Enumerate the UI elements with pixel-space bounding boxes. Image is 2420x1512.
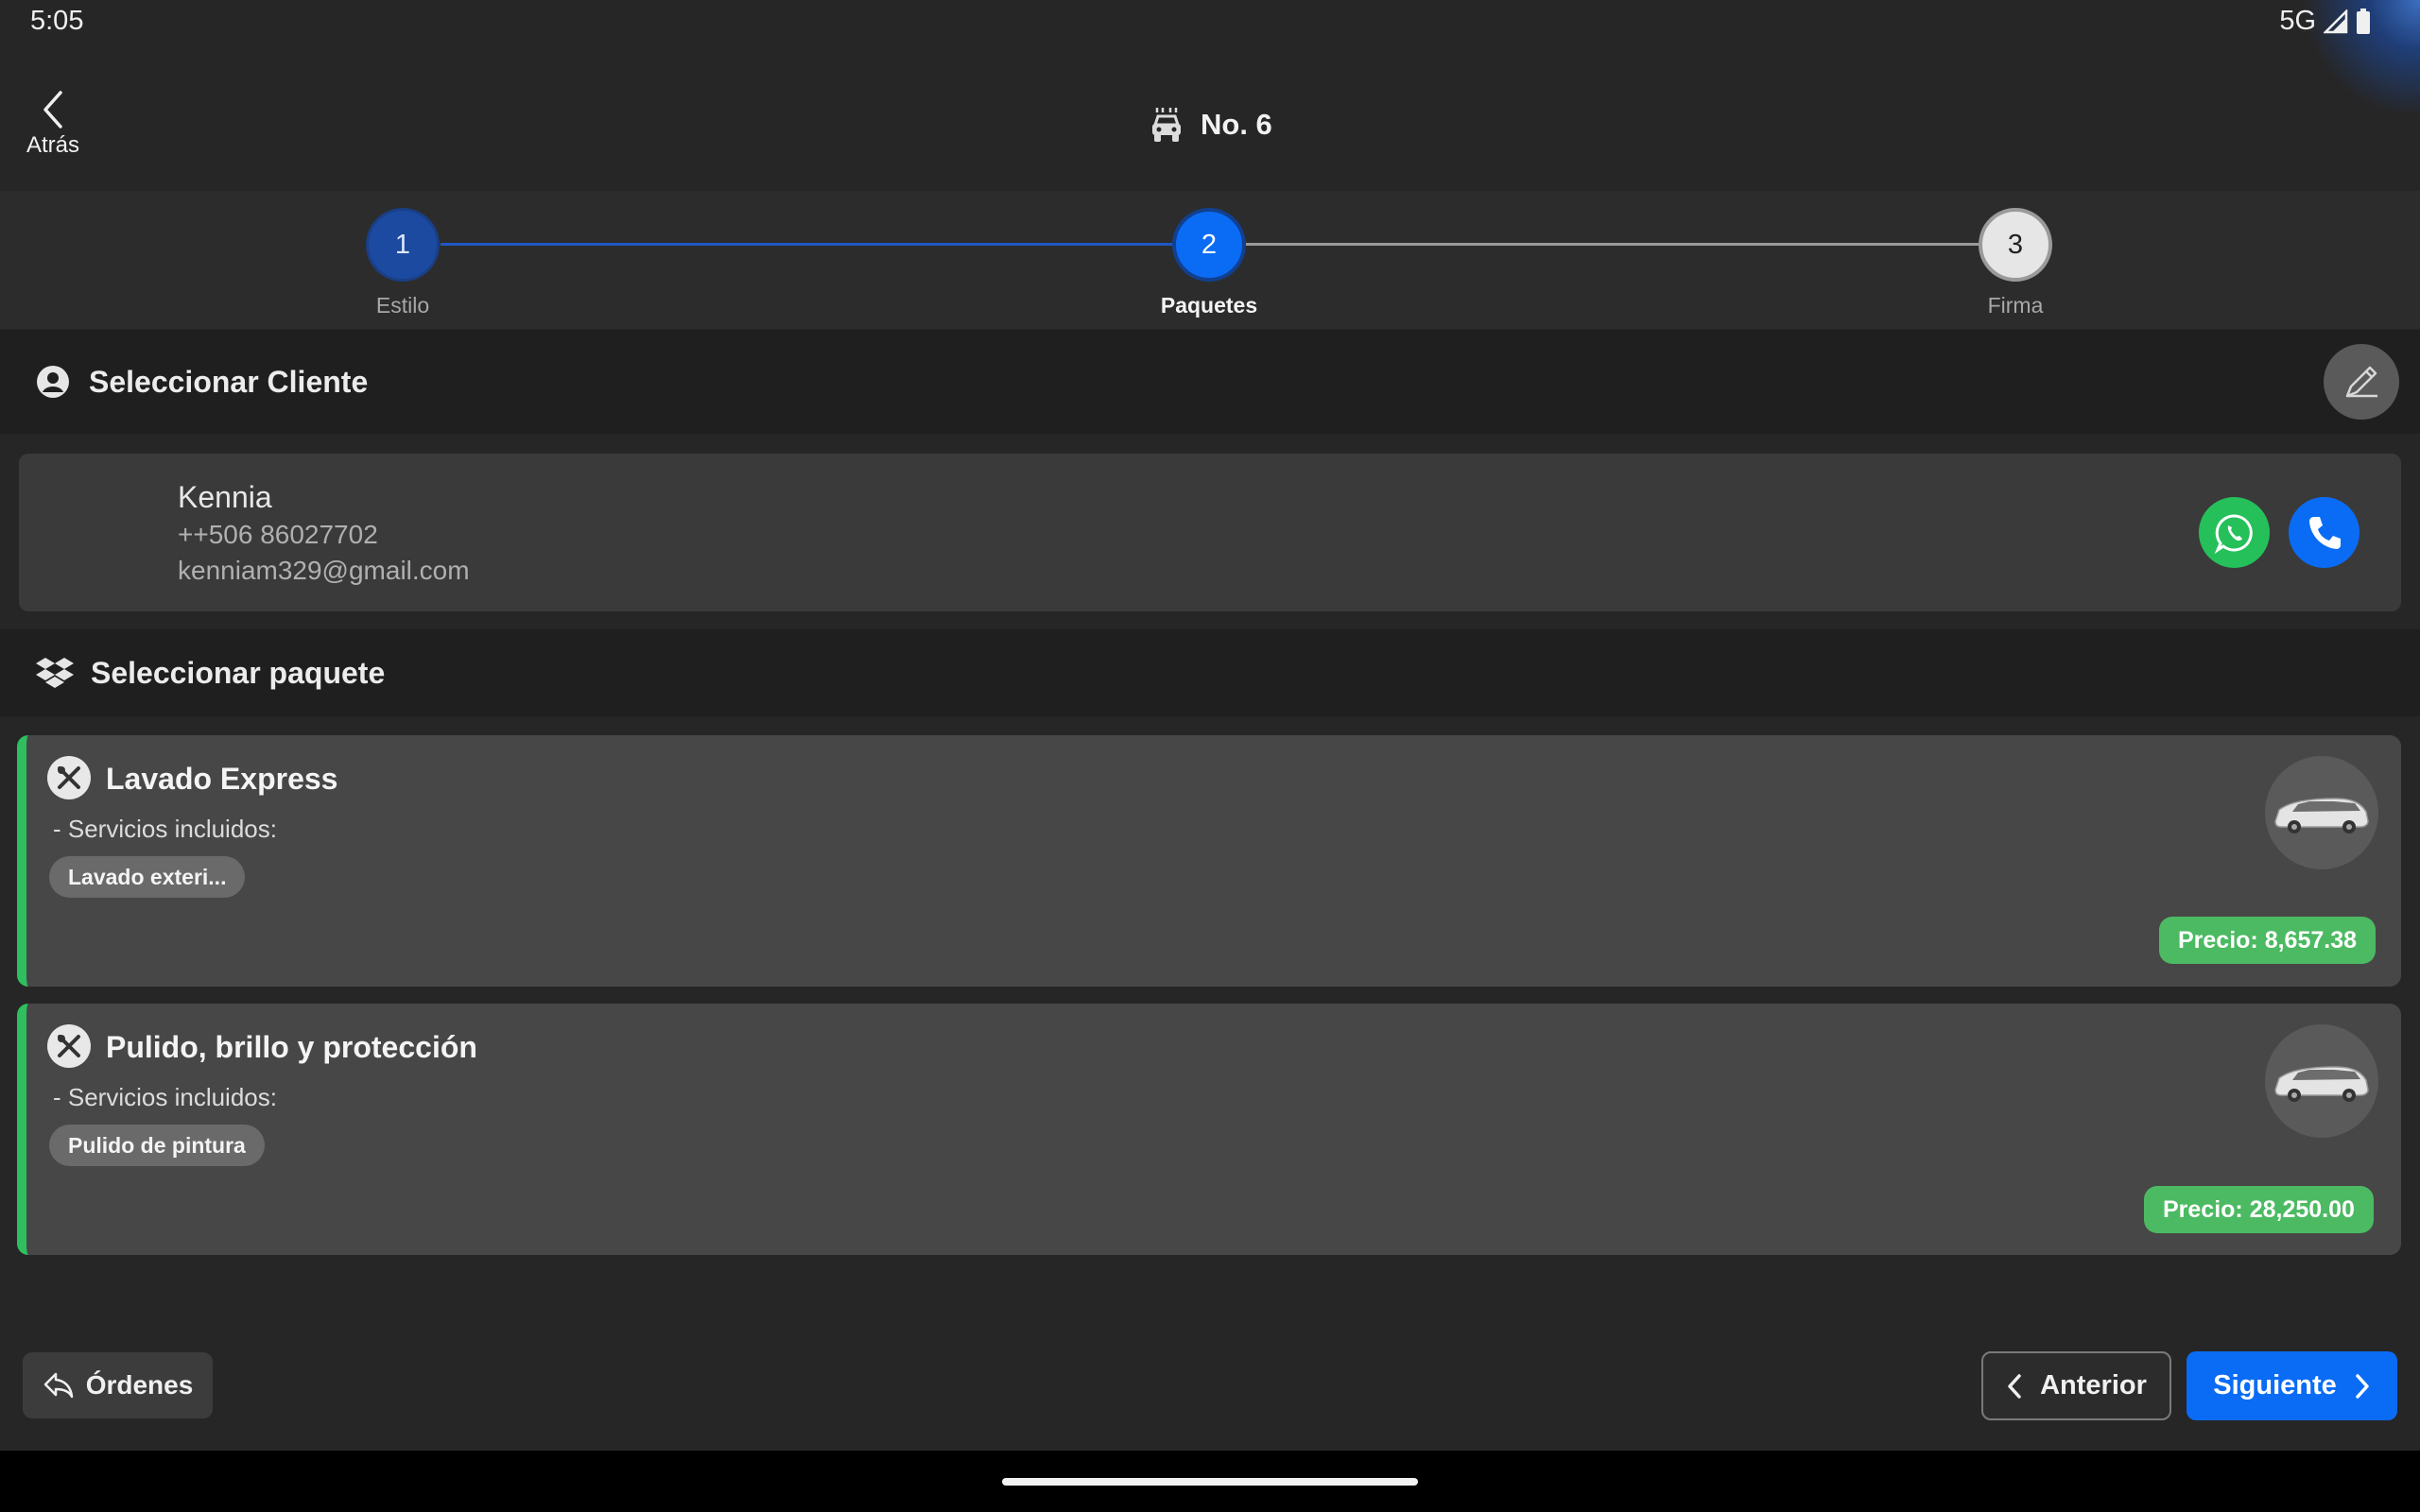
step-2-number: 2 [1201, 229, 1218, 260]
phone-icon [2308, 516, 2341, 549]
chevron-left-icon [43, 91, 62, 129]
car-thumbnail [2265, 1024, 2378, 1138]
chevron-right-icon [2356, 1373, 2369, 1399]
package-title: Lavado Express [106, 762, 338, 796]
next-button[interactable]: Siguiente [2187, 1351, 2397, 1420]
package-section-title: Seleccionar paquete [91, 655, 386, 690]
minivan-icon [2274, 798, 2369, 833]
package-subtitle: - Servicios incluidos: [53, 1083, 277, 1111]
service-chip[interactable]: Pulido de pintura [49, 1125, 265, 1166]
network-label: 5G [2279, 6, 2316, 36]
battery-icon [2357, 8, 2370, 34]
user-circle-icon [37, 366, 69, 398]
client-phone: ++506 86027702 [178, 520, 378, 549]
price-badge: Precio: 8,657.38 [2159, 917, 2377, 964]
package-title: Pulido, brillo y protección [106, 1030, 477, 1064]
step-2-circle[interactable]: 2 [1172, 208, 1246, 282]
price-badge: Precio: 28,250.00 [2144, 1186, 2374, 1233]
client-email: kenniam329@gmail.com [178, 556, 470, 585]
order-number: No. 6 [1201, 108, 1272, 141]
next-label: Siguiente [2213, 1370, 2337, 1400]
chevron-left-icon [2008, 1373, 2021, 1399]
step-connector-done [441, 243, 1176, 246]
reply-icon [43, 1372, 73, 1399]
client-name: Kennia [178, 480, 272, 514]
step-3-label: Firma [1987, 293, 2044, 318]
dropbox-icon [36, 658, 74, 688]
previous-label: Anterior [2040, 1370, 2147, 1400]
car-wash-icon [1152, 108, 1181, 142]
whatsapp-icon [2214, 513, 2253, 554]
package-card[interactable] [17, 735, 2401, 987]
step-3-circle[interactable]: 3 [1979, 208, 2052, 282]
call-button[interactable] [2289, 497, 2360, 568]
edit-client-button[interactable] [2324, 344, 2399, 420]
status-bar [0, 0, 2420, 47]
pencil-icon [2345, 366, 2377, 398]
step-1-number: 1 [394, 229, 411, 260]
orders-button[interactable]: Órdenes [23, 1352, 213, 1418]
client-section-title: Seleccionar Cliente [89, 364, 369, 399]
back-button[interactable]: Atrás [23, 89, 83, 164]
previous-button[interactable]: Anterior [1981, 1351, 2171, 1420]
step-connector-pending [1246, 243, 1983, 246]
step-2-label: Paquetes [1160, 293, 1258, 318]
package-subtitle: - Servicios incluidos: [53, 815, 277, 843]
whatsapp-button[interactable] [2199, 497, 2270, 568]
tools-icon [47, 1024, 91, 1068]
home-indicator[interactable] [1002, 1478, 1418, 1486]
orders-label: Órdenes [85, 1370, 194, 1400]
package-section-header: Seleccionar paquete [0, 629, 2420, 716]
step-1-circle[interactable]: 1 [366, 208, 440, 282]
car-thumbnail [2265, 756, 2378, 869]
tools-icon [47, 756, 91, 799]
step-3-number: 3 [2007, 229, 2024, 260]
status-indicators: 5G [2279, 6, 2371, 37]
back-label: Atrás [26, 132, 79, 158]
status-time: 5:05 [30, 6, 84, 36]
client-section-header: Seleccionar Cliente [0, 330, 2420, 434]
signal-icon [2324, 9, 2348, 33]
page-title: No. 6 [1150, 106, 1272, 144]
minivan-icon [2274, 1066, 2369, 1102]
step-1-label: Estilo [375, 293, 430, 318]
service-chip[interactable]: Lavado exteri... [49, 856, 246, 898]
